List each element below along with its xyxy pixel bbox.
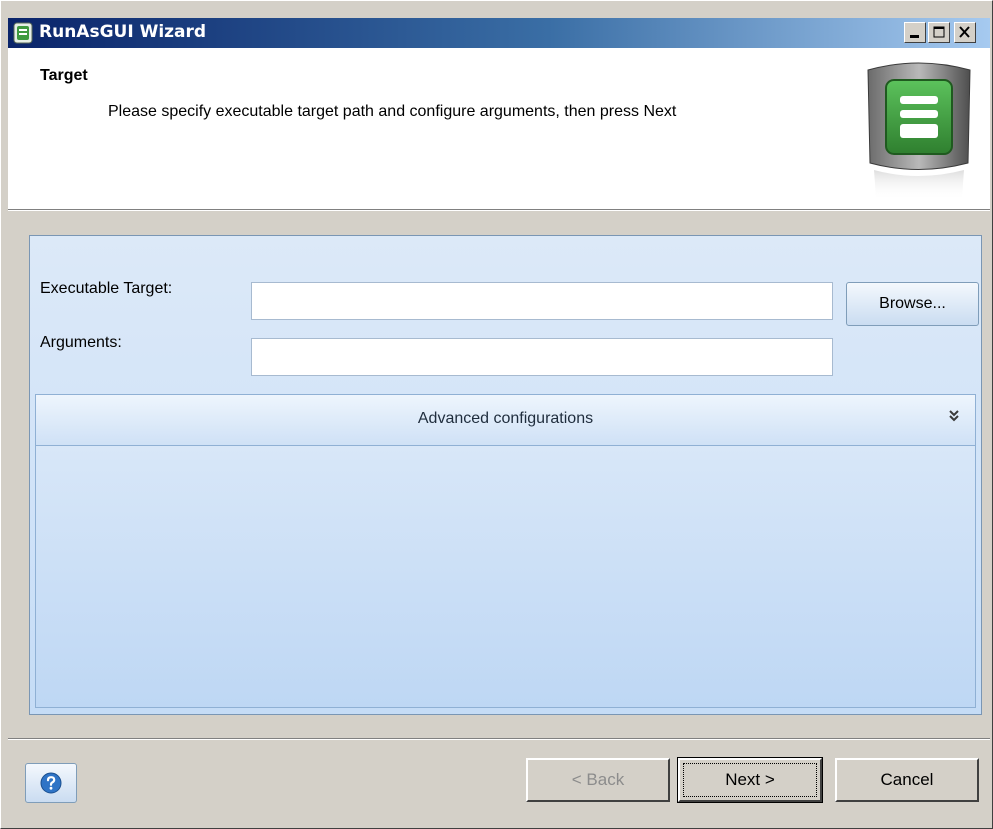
maximize-button[interactable] bbox=[928, 22, 950, 43]
close-button[interactable] bbox=[954, 22, 976, 43]
wizard-header: Target Please specify executable target … bbox=[8, 48, 990, 210]
maximize-icon bbox=[933, 26, 945, 38]
target-panel: Executable Target: Browse... Arguments: … bbox=[29, 235, 982, 715]
page-description: Please specify executable target path an… bbox=[108, 103, 677, 120]
app-icon[interactable] bbox=[13, 22, 33, 44]
title-bar[interactable]: RunAsGUI Wizard bbox=[8, 18, 990, 48]
wizard-window: RunAsGUI Wizard Target Please specify ex… bbox=[0, 0, 993, 829]
page-title: Target bbox=[40, 67, 88, 84]
back-button-label: < Back bbox=[571, 770, 625, 789]
advanced-configurations-label: Advanced configurations bbox=[417, 410, 594, 427]
minimize-icon bbox=[910, 35, 919, 38]
executable-target-label: Executable Target: bbox=[40, 280, 173, 297]
double-chevron-down-icon[interactable] bbox=[947, 408, 961, 424]
arguments-input[interactable] bbox=[251, 338, 833, 376]
advanced-configurations-header[interactable]: Advanced configurations bbox=[35, 394, 976, 446]
help-button[interactable] bbox=[25, 763, 77, 803]
advanced-configurations-body bbox=[35, 446, 976, 708]
browse-button[interactable]: Browse... bbox=[846, 282, 979, 326]
runasgui-logo-icon bbox=[858, 58, 983, 203]
cancel-button-label: Cancel bbox=[880, 770, 934, 789]
back-button[interactable]: < Back bbox=[526, 758, 670, 802]
executable-target-input[interactable] bbox=[251, 282, 833, 320]
next-button-label: Next > bbox=[725, 770, 775, 789]
arguments-label: Arguments: bbox=[40, 334, 122, 351]
cancel-button[interactable]: Cancel bbox=[835, 758, 979, 802]
next-button[interactable]: Next > bbox=[677, 757, 823, 803]
header-separator bbox=[8, 210, 990, 211]
window-title: RunAsGUI Wizard bbox=[39, 22, 207, 42]
close-icon bbox=[959, 26, 970, 38]
minimize-button[interactable] bbox=[904, 22, 926, 43]
question-icon bbox=[40, 772, 62, 794]
